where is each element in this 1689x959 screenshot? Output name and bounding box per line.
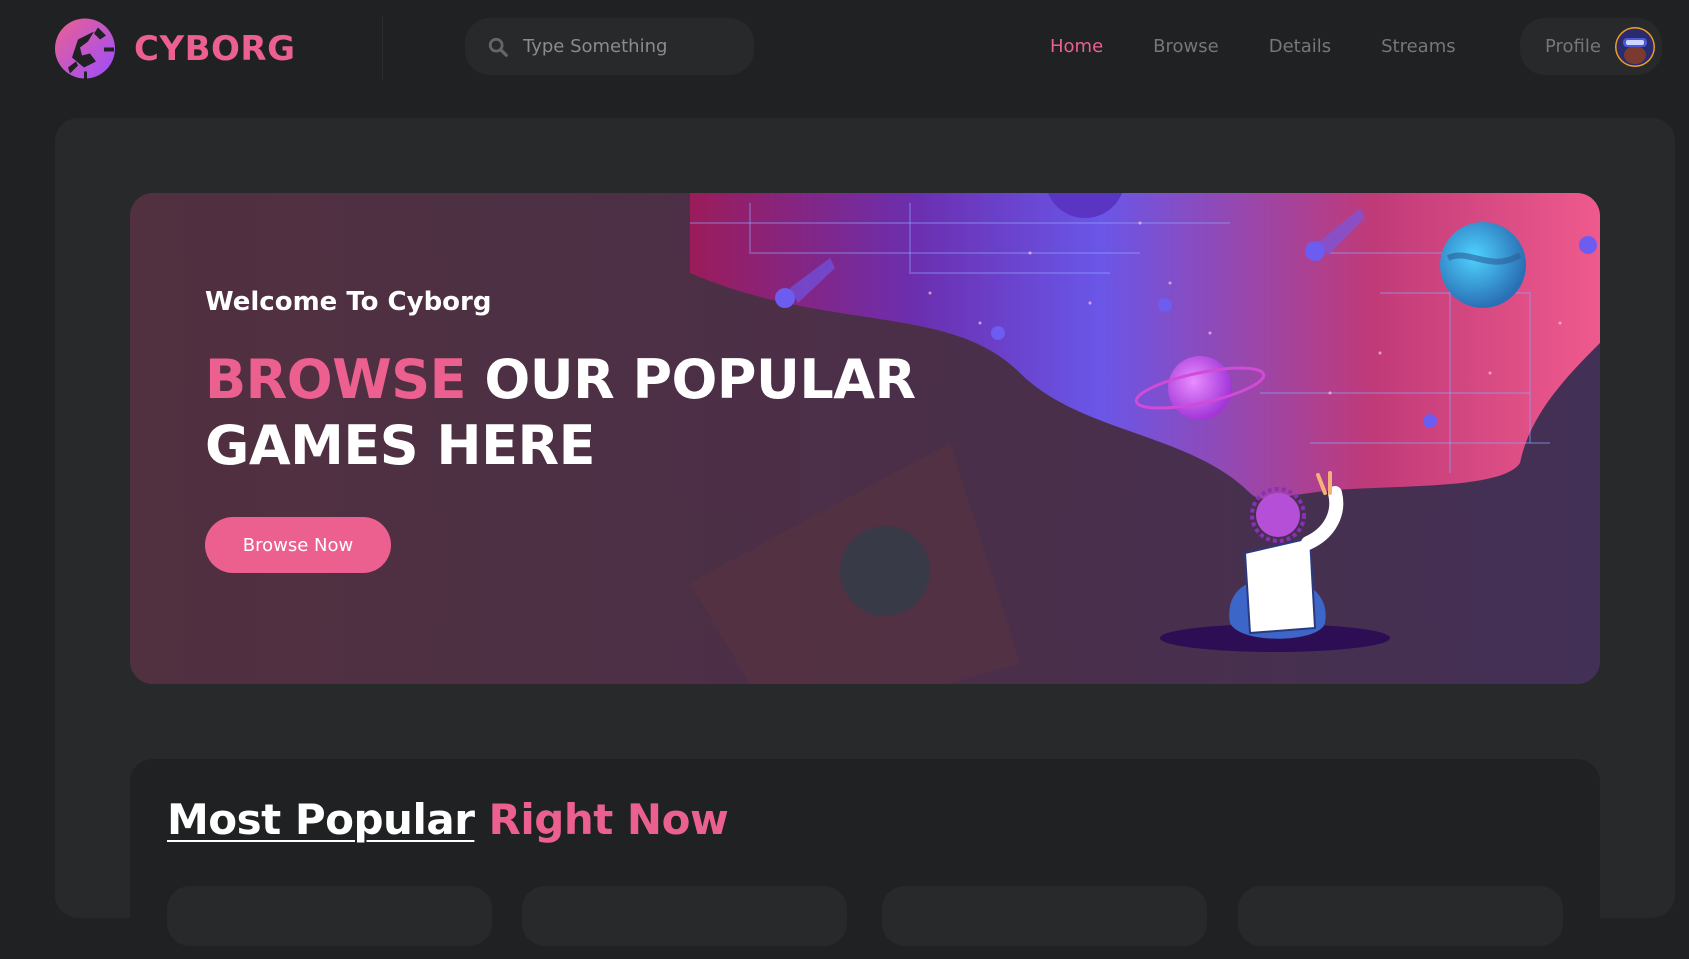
game-card[interactable] (167, 886, 492, 946)
header: CYBORG Home Browse Details Streams Profi… (0, 0, 1689, 95)
section-title-part1: Most Popular (167, 795, 475, 844)
nav-details[interactable]: Details (1269, 36, 1331, 57)
profile-label: Profile (1545, 36, 1601, 57)
game-card[interactable] (1238, 886, 1563, 946)
browse-now-button[interactable]: Browse Now (205, 517, 391, 573)
nav-streams[interactable]: Streams (1381, 36, 1456, 57)
search-icon (488, 37, 508, 57)
headline-highlight: BROWSE (205, 348, 467, 411)
banner-text: Welcome To Cyborg BROWSE OUR POPULAR GAM… (205, 287, 916, 573)
main-banner: Welcome To Cyborg BROWSE OUR POPULAR GAM… (130, 193, 1600, 684)
main-nav: Home Browse Details Streams (1050, 18, 1506, 75)
section-title: Most Popular Right Now (167, 795, 729, 844)
game-card[interactable] (882, 886, 1207, 946)
logo-text: CYBORG (134, 28, 296, 69)
search-box[interactable] (465, 18, 754, 75)
headline-line2: GAMES HERE (205, 414, 595, 477)
nav-browse[interactable]: Browse (1153, 36, 1219, 57)
banner-welcome: Welcome To Cyborg (205, 287, 492, 317)
profile-button[interactable]: Profile (1520, 18, 1662, 75)
header-divider (382, 16, 383, 80)
section-title-part2: Right Now (488, 795, 729, 844)
most-popular-section: Most Popular Right Now (130, 759, 1600, 959)
logo-link[interactable]: CYBORG (54, 17, 295, 80)
game-card[interactable] (522, 886, 847, 946)
cyborg-logo-icon (55, 18, 115, 80)
headline-rest-line1: OUR POPULAR (484, 348, 916, 411)
page-content: Welcome To Cyborg BROWSE OUR POPULAR GAM… (55, 118, 1675, 959)
search-input[interactable] (521, 35, 741, 58)
banner-headline: BROWSE OUR POPULAR GAMES HERE (205, 347, 916, 479)
avatar (1615, 27, 1655, 67)
nav-home[interactable]: Home (1050, 36, 1103, 57)
